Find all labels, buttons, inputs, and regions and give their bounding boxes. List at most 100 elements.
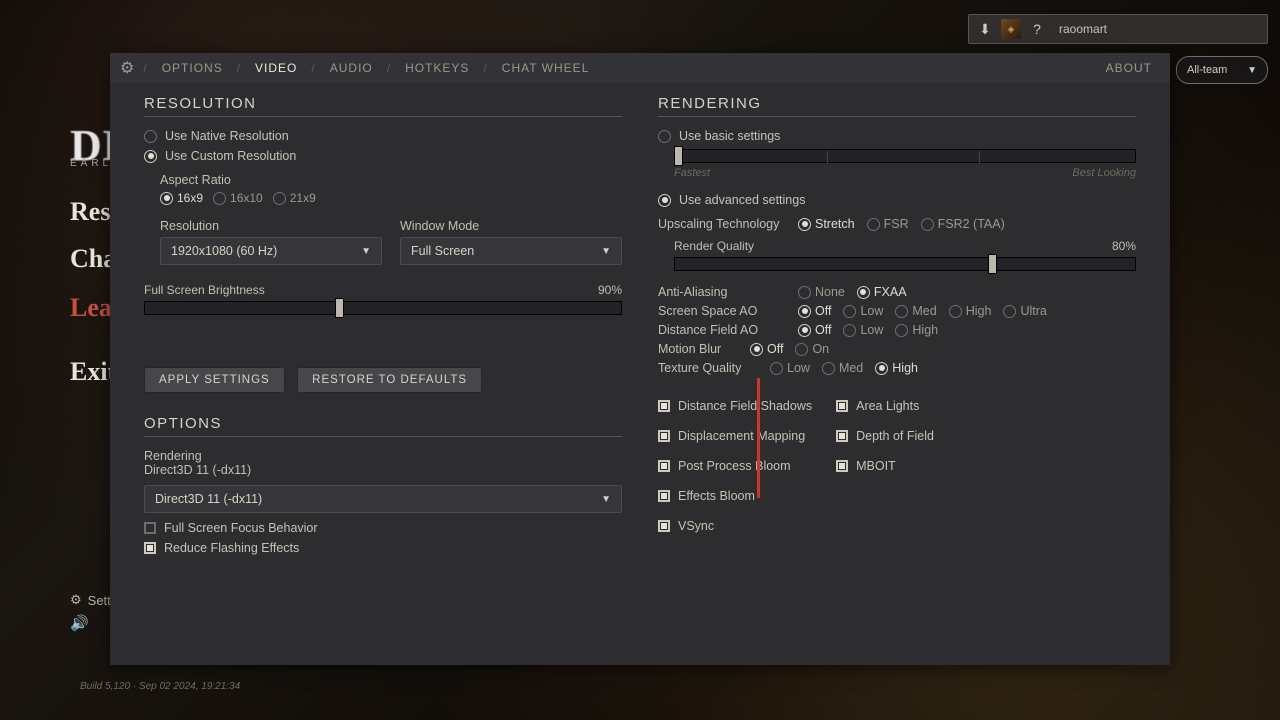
tab-bar: ⚙ / OPTIONS / VIDEO / AUDIO / HOTKEYS / … bbox=[110, 53, 1170, 83]
render-quality-value: 80% bbox=[1112, 239, 1136, 253]
aspect-16x9[interactable]: 16x9 bbox=[160, 191, 203, 205]
chevron-down-icon: ▼ bbox=[361, 246, 371, 257]
resolution-dropdown[interactable]: 1920x1080 (60 Hz) ▼ bbox=[160, 237, 382, 265]
rendering-label: Rendering bbox=[144, 449, 622, 463]
renderer-dropdown[interactable]: Direct3D 11 (-dx11) ▼ bbox=[144, 485, 622, 513]
gear-icon: ⚙ bbox=[70, 592, 82, 608]
check-fx-bloom[interactable]: Effects Bloom bbox=[658, 489, 812, 503]
radio-icon bbox=[144, 130, 157, 143]
build-string: Build 5,120 · Sep 02 2024, 19:21:34 bbox=[80, 681, 240, 692]
gear-icon: ⚙ bbox=[120, 58, 135, 78]
left-column: RESOLUTION Use Native Resolution Use Cus… bbox=[144, 95, 622, 561]
resolution-label: Resolution bbox=[160, 219, 382, 233]
tab-chatwheel[interactable]: CHAT WHEEL bbox=[488, 61, 604, 75]
ssao-off[interactable]: Off bbox=[798, 304, 831, 318]
apply-settings-button[interactable]: APPLY SETTINGS bbox=[144, 367, 285, 393]
radio-icon bbox=[658, 130, 671, 143]
dfao-high[interactable]: High bbox=[895, 323, 938, 337]
tex-low[interactable]: Low bbox=[770, 361, 810, 375]
section-rendering: RENDERING bbox=[658, 95, 1136, 117]
checkbox-icon bbox=[144, 522, 156, 534]
ssao-low[interactable]: Low bbox=[843, 304, 883, 318]
check-focus-behavior[interactable]: Full Screen Focus Behavior bbox=[144, 521, 622, 535]
ssao-high[interactable]: High bbox=[949, 304, 992, 318]
aa-none[interactable]: None bbox=[798, 285, 845, 299]
speaker-icon[interactable]: 🔊 bbox=[70, 614, 89, 632]
team-select-label: All-team bbox=[1187, 64, 1227, 76]
dropdown-value: 1920x1080 (60 Hz) bbox=[171, 244, 277, 258]
ssao-label: Screen Space AO bbox=[658, 304, 786, 318]
upscaling-label: Upscaling Technology bbox=[658, 217, 786, 231]
upscale-fsr2[interactable]: FSR2 (TAA) bbox=[921, 217, 1005, 231]
radio-advanced-settings[interactable]: Use advanced settings bbox=[658, 193, 1136, 207]
radio-icon bbox=[144, 150, 157, 163]
checkbox-label: Reduce Flashing Effects bbox=[164, 541, 299, 555]
bg-menu-settings[interactable]: ⚙ Sett bbox=[70, 592, 111, 608]
quality-low-label: Fastest bbox=[674, 167, 710, 179]
check-displacement[interactable]: Displacement Mapping bbox=[658, 429, 812, 443]
check-area-lights[interactable]: Area Lights bbox=[836, 399, 934, 413]
tex-med[interactable]: Med bbox=[822, 361, 863, 375]
texture-quality-label: Texture Quality bbox=[658, 361, 758, 375]
aspect-21x9[interactable]: 21x9 bbox=[273, 191, 316, 205]
window-mode-label: Window Mode bbox=[400, 219, 622, 233]
brightness-value: 90% bbox=[598, 283, 622, 297]
chevron-down-icon: ▼ bbox=[601, 494, 611, 505]
upscale-stretch[interactable]: Stretch bbox=[798, 217, 855, 231]
check-mboit[interactable]: MBOIT bbox=[836, 459, 934, 473]
radio-icon bbox=[658, 194, 671, 207]
check-vsync[interactable]: VSync bbox=[658, 519, 812, 533]
check-reduce-flashing[interactable]: Reduce Flashing Effects bbox=[144, 541, 622, 555]
checkbox-label: Full Screen Focus Behavior bbox=[164, 521, 318, 535]
quality-high-label: Best Looking bbox=[1072, 167, 1136, 179]
tab-options[interactable]: OPTIONS bbox=[148, 61, 237, 75]
brightness-slider[interactable] bbox=[144, 301, 622, 315]
rendering-sublabel: Direct3D 11 (-dx11) bbox=[144, 463, 622, 477]
check-dof[interactable]: Depth of Field bbox=[836, 429, 934, 443]
team-select[interactable]: All-team ▼ bbox=[1176, 56, 1268, 84]
brightness-label: Full Screen Brightness bbox=[144, 283, 265, 297]
tab-about[interactable]: ABOUT bbox=[1092, 61, 1160, 75]
checkbox-icon bbox=[144, 542, 156, 554]
download-icon[interactable]: ⬇ bbox=[975, 19, 995, 39]
motionblur-on[interactable]: On bbox=[795, 342, 829, 356]
bg-menu-resume[interactable]: Res bbox=[70, 197, 110, 227]
render-quality-label: Render Quality bbox=[674, 239, 754, 253]
dfao-label: Distance Field AO bbox=[658, 323, 786, 337]
check-df-shadows[interactable]: Distance Field Shadows bbox=[658, 399, 812, 413]
tex-high[interactable]: High bbox=[875, 361, 918, 375]
tab-video[interactable]: VIDEO bbox=[241, 61, 311, 75]
aspect-16x10[interactable]: 16x10 bbox=[213, 191, 263, 205]
ssao-med[interactable]: Med bbox=[895, 304, 936, 318]
tab-hotkeys[interactable]: HOTKEYS bbox=[391, 61, 483, 75]
radio-basic-settings[interactable]: Use basic settings bbox=[658, 129, 1136, 143]
aspect-ratio-options: 16x9 16x10 21x9 bbox=[160, 191, 622, 205]
help-icon[interactable]: ? bbox=[1027, 19, 1047, 39]
motionblur-off[interactable]: Off bbox=[750, 342, 783, 356]
section-options: OPTIONS bbox=[144, 415, 622, 437]
highlight-bar bbox=[757, 378, 760, 498]
radio-native-resolution[interactable]: Use Native Resolution bbox=[144, 129, 622, 143]
dfao-off[interactable]: Off bbox=[798, 323, 831, 337]
radio-custom-resolution[interactable]: Use Custom Resolution bbox=[144, 149, 622, 163]
settings-panel: ⚙ / OPTIONS / VIDEO / AUDIO / HOTKEYS / … bbox=[110, 53, 1170, 665]
bg-game-subtitle: EARL bbox=[70, 158, 112, 169]
avatar[interactable]: ◈ bbox=[1001, 19, 1021, 39]
aa-fxaa[interactable]: FXAA bbox=[857, 285, 907, 299]
radio-label: Use advanced settings bbox=[679, 193, 805, 207]
restore-defaults-button[interactable]: RESTORE TO DEFAULTS bbox=[297, 367, 482, 393]
radio-label: Use Native Resolution bbox=[165, 129, 289, 143]
dfao-low[interactable]: Low bbox=[843, 323, 883, 337]
quality-slider[interactable] bbox=[674, 149, 1136, 163]
anti-aliasing-label: Anti-Aliasing bbox=[658, 285, 786, 299]
dropdown-value: Direct3D 11 (-dx11) bbox=[155, 492, 262, 506]
render-quality-slider[interactable] bbox=[674, 257, 1136, 271]
upscale-fsr[interactable]: FSR bbox=[867, 217, 909, 231]
bg-menu-settings-label: Sett bbox=[88, 593, 111, 608]
check-pp-bloom[interactable]: Post Process Bloom bbox=[658, 459, 812, 473]
chevron-down-icon: ▼ bbox=[601, 246, 611, 257]
window-mode-dropdown[interactable]: Full Screen ▼ bbox=[400, 237, 622, 265]
tab-audio[interactable]: AUDIO bbox=[316, 61, 387, 75]
ssao-ultra[interactable]: Ultra bbox=[1003, 304, 1046, 318]
radio-label: Use basic settings bbox=[679, 129, 780, 143]
